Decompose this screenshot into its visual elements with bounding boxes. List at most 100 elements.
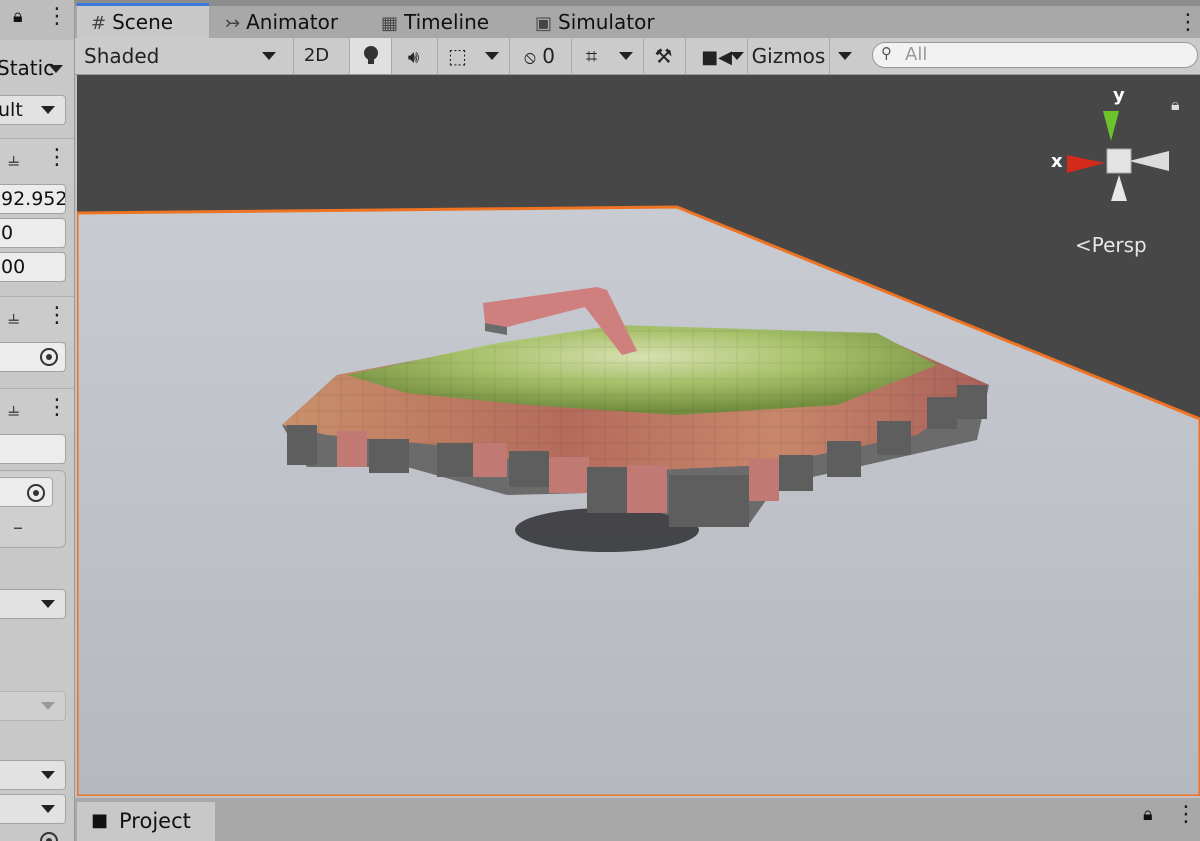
- scene-toolbar: Shaded 2D 🔊︎ ⬚ ⦸ 0 ⌗ ⚒ ■◀ Gizmos ⚲ All: [75, 38, 1200, 75]
- grid-icon: #: [91, 13, 107, 34]
- lighting-toggle[interactable]: [349, 38, 391, 74]
- sliders-icon[interactable]: ⫨: [8, 305, 19, 329]
- lock-icon[interactable]: 🔒︎: [1143, 804, 1153, 825]
- tab-project[interactable]: ■ Project: [77, 802, 215, 841]
- axis-gizmo-icon: [1067, 111, 1169, 201]
- text-field[interactable]: [0, 434, 66, 464]
- draw-mode-dropdown[interactable]: Shaded: [75, 38, 283, 74]
- sliders-icon[interactable]: ⫨: [8, 397, 19, 421]
- gizmos-button[interactable]: Gizmos: [747, 38, 829, 74]
- layer-dropdown[interactable]: ult: [0, 95, 66, 125]
- inspector-header: 🔒︎ ⋮: [0, 0, 74, 40]
- voxel-block: [827, 441, 861, 477]
- grid-snap-icon: ⌗: [585, 44, 598, 68]
- gizmo-neg-y-cone: [1111, 175, 1127, 201]
- tab-label: Timeline: [404, 10, 490, 34]
- lightbulb-icon: [363, 46, 378, 64]
- folder-icon: ■: [91, 810, 109, 831]
- camera-settings[interactable]: ■◀: [685, 38, 747, 74]
- object-picker-icon[interactable]: [27, 484, 45, 502]
- voxel-block: [337, 431, 367, 467]
- tab-label: Animator: [246, 10, 339, 34]
- device-icon: ▣: [535, 13, 553, 34]
- tools-icon: ⚒: [654, 44, 673, 68]
- dropdown-1[interactable]: [0, 589, 66, 619]
- gizmos-dropdown[interactable]: [829, 38, 859, 74]
- orientation-gizmo[interactable]: y x: [1047, 83, 1177, 203]
- tab-label: Simulator: [558, 10, 655, 34]
- chevron-down-icon: [41, 805, 55, 813]
- persp-icon: <: [1075, 233, 1092, 257]
- voxel-block: [957, 385, 987, 419]
- kebab-menu-icon[interactable]: ⋮: [1177, 10, 1199, 35]
- kebab-menu-icon[interactable]: ⋮: [46, 303, 68, 328]
- chevron-down-icon: [619, 52, 633, 60]
- scale-field[interactable]: 00: [0, 252, 66, 282]
- hidden-objects-toggle[interactable]: ⦸ 0: [509, 38, 569, 74]
- position-field[interactable]: 92.952: [0, 184, 66, 214]
- voxel-block: [587, 467, 627, 513]
- search-icon: ⚲: [881, 44, 892, 62]
- gizmo-x-cone: [1067, 155, 1105, 173]
- static-label: Static: [0, 56, 55, 80]
- tab-animator[interactable]: ↣ Animator: [225, 6, 338, 38]
- gizmo-y-label: y: [1113, 85, 1125, 106]
- effects-toggle[interactable]: ⬚: [437, 38, 477, 74]
- voxel-block: [749, 459, 779, 501]
- tab-simulator[interactable]: ▣ Simulator: [535, 6, 655, 38]
- inspector-panel: 🔒︎ ⋮ Static ult ⫨ ⋮ 92.952 0 00 ⫨ ⋮ ⫨ ⋮ …: [0, 0, 75, 841]
- gizmo-z-cone: [1129, 151, 1169, 171]
- hidden-count: 0: [542, 44, 555, 68]
- search-input[interactable]: ⚲ All: [872, 42, 1198, 68]
- lock-icon[interactable]: 🔒︎: [13, 6, 23, 27]
- kebab-menu-icon[interactable]: ⋮: [46, 4, 68, 29]
- film-icon: ▦: [381, 13, 399, 34]
- chevron-down-icon[interactable]: [49, 65, 63, 73]
- chevron-down-icon: [262, 52, 276, 60]
- audio-toggle[interactable]: 🔊︎: [391, 38, 435, 74]
- mode-2d-toggle[interactable]: 2D: [293, 38, 339, 74]
- rotation-field[interactable]: 0: [0, 218, 66, 248]
- dropdown-2[interactable]: [0, 760, 66, 790]
- voxel-block: [287, 425, 317, 465]
- voxel-block: [927, 397, 957, 429]
- tab-label: Scene: [112, 10, 174, 34]
- search-placeholder: All: [905, 44, 928, 65]
- dropdown-3[interactable]: [0, 794, 66, 824]
- chevron-down-icon: [41, 702, 55, 710]
- effects-dropdown[interactable]: [477, 38, 507, 74]
- tab-scene[interactable]: # Scene: [77, 3, 209, 38]
- scene-viewport[interactable]: y x 🔒︎ <Persp: [77, 75, 1200, 796]
- tab-label: Project: [119, 809, 191, 833]
- tools-toggle[interactable]: ⚒: [643, 38, 683, 74]
- component-header-transform: ⫨ ⋮: [0, 138, 74, 183]
- grid-dropdown[interactable]: [611, 38, 641, 74]
- dropdown-disabled[interactable]: [0, 691, 66, 721]
- chevron-down-icon: [41, 106, 55, 114]
- object-picker-icon[interactable]: [40, 832, 58, 841]
- gizmo-lock-icon[interactable]: 🔒︎: [1171, 95, 1180, 115]
- kebab-menu-icon[interactable]: ⋮: [46, 395, 68, 420]
- chevron-down-icon: [838, 52, 852, 60]
- kebab-menu-icon[interactable]: ⋮: [46, 145, 68, 170]
- sliders-icon[interactable]: ⫨: [8, 147, 19, 171]
- draw-mode-value: Shaded: [84, 44, 160, 68]
- kebab-menu-icon[interactable]: ⋮: [1175, 802, 1197, 827]
- voxel-block: [877, 421, 911, 455]
- voxel-block: [509, 451, 549, 487]
- voxel-block: [369, 439, 409, 473]
- voxel-block: [627, 465, 667, 513]
- list-box: –: [0, 470, 66, 548]
- eye-slash-icon: ⦸: [524, 47, 536, 68]
- tab-timeline[interactable]: ▦ Timeline: [381, 6, 489, 38]
- static-toggle[interactable]: Static: [0, 56, 54, 80]
- component-header-3: ⫨ ⋮: [0, 388, 74, 433]
- animator-icon: ↣: [225, 13, 241, 34]
- gizmo-center-cube: [1106, 148, 1132, 174]
- object-picker-icon[interactable]: [40, 348, 58, 366]
- scene-render: [77, 205, 1200, 796]
- projection-toggle[interactable]: <Persp: [1075, 233, 1147, 257]
- remove-element-button[interactable]: –: [13, 515, 23, 539]
- grid-toggle[interactable]: ⌗: [571, 38, 611, 74]
- layers-icon: ⬚: [448, 44, 467, 68]
